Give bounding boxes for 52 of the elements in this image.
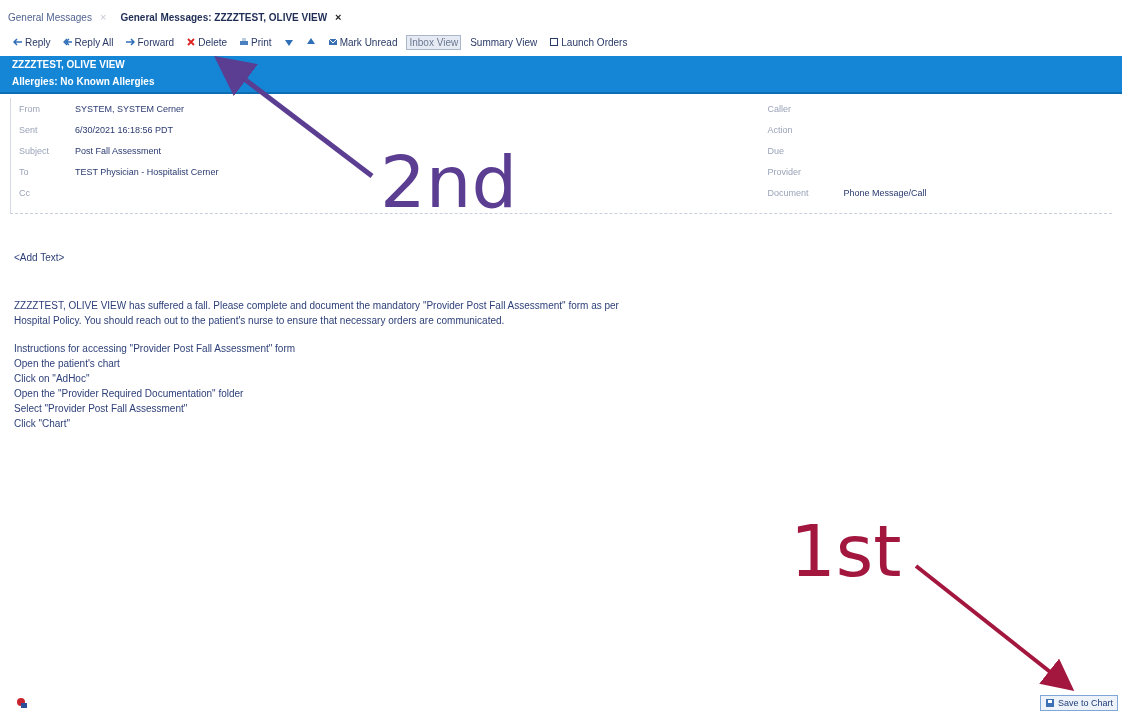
- alert-icon: [16, 697, 28, 709]
- toolbar-button[interactable]: Reply All: [59, 34, 117, 50]
- tab[interactable]: General Messages: ZZZZTEST, OLIVE VIEW ×: [120, 11, 342, 23]
- field-label: From: [19, 104, 41, 114]
- up-arrow-icon: [305, 37, 316, 47]
- document-icon: [549, 37, 560, 47]
- allergies-text: Allergies: No Known Allergies: [12, 76, 156, 87]
- field-value: 6/30/2021 16:18:56 PDT: [75, 125, 174, 135]
- delete-icon: [186, 37, 197, 47]
- toolbar-button[interactable]: Forward: [122, 34, 178, 50]
- field-value: Phone Message/Call: [843, 188, 927, 198]
- field-label: To: [19, 167, 30, 177]
- field-label: Action: [767, 125, 794, 135]
- save-icon: [1044, 698, 1055, 708]
- field-value: TEST Physician - Hospitalist Cerner: [75, 167, 219, 177]
- toolbar-button[interactable]: Summary View: [467, 34, 541, 50]
- toolbar-button[interactable]: Reply: [10, 34, 54, 50]
- toolbar-button[interactable]: Delete: [183, 34, 231, 50]
- down-arrow-icon: [283, 37, 294, 47]
- field-label: Provider: [767, 167, 802, 177]
- field-value: Post Fall Assessment: [75, 146, 162, 156]
- annotation-label: 1st: [790, 515, 902, 587]
- forward-icon: [125, 37, 136, 47]
- field-label: Document: [767, 188, 810, 198]
- reply-all-icon: [62, 37, 73, 47]
- toolbar-button[interactable]: Inbox View: [406, 34, 462, 50]
- printer-icon: [239, 37, 250, 47]
- close-icon[interactable]: ×: [335, 11, 342, 23]
- message-text: Click "Chart": [14, 417, 71, 431]
- patient-name: ZZZZTEST, OLIVE VIEW: [12, 59, 126, 70]
- message-text: Hospital Policy. You should reach out to the patient's nurse to ensure that necessary orders are communicated.: [14, 314, 506, 328]
- message-text: ZZZZTEST, OLIVE VIEW has suffered a fall. Please complete and document the mandatory "Provider Post Fall Assessment" form as per: [14, 299, 620, 313]
- envelope-icon: [327, 37, 338, 47]
- message-text: Select "Provider Post Fall Assessment": [14, 402, 189, 416]
- field-label: Caller: [767, 104, 792, 114]
- save-to-chart-button[interactable]: Save to Chart: [1039, 695, 1118, 711]
- toolbar-button[interactable]: Print: [236, 34, 275, 50]
- toolbar-button[interactable]: Launch Orders: [546, 34, 631, 50]
- field-label: Cc: [19, 188, 31, 198]
- field-label: Sent: [19, 125, 39, 135]
- reply-icon: [13, 37, 23, 47]
- message-text: Open the patient's chart: [14, 357, 121, 371]
- message-text: Click on "AdHoc": [14, 372, 91, 386]
- field-value: SYSTEM, SYSTEM Cerner: [75, 104, 185, 114]
- add-text-link[interactable]: <Add Text>: [14, 252, 1108, 263]
- field-label: Due: [767, 146, 785, 156]
- annotation-label: 2nd: [380, 146, 518, 218]
- tab[interactable]: General Messages ×: [8, 11, 107, 23]
- message-text: Instructions for accessing "Provider Post Fall Assessment" form: [14, 342, 297, 356]
- field-label: Subject: [19, 146, 51, 156]
- toolbar-button[interactable]: Mark Unread: [324, 34, 401, 50]
- message-text: Open the "Provider Required Documentation" folder: [14, 387, 245, 401]
